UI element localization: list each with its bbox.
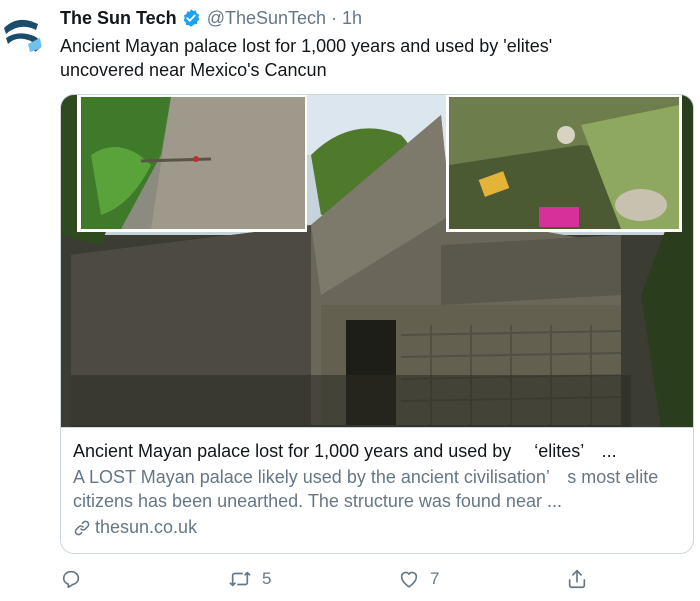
like-count: 7 — [430, 569, 440, 588]
card-description: A LOST Mayan palace likely used by the a… — [73, 467, 659, 511]
card-domain: thesun.co.uk — [73, 517, 681, 538]
tweet-text-line: Ancient Mayan palace lost for 1,000 year… — [60, 36, 553, 56]
card-image[interactable] — [61, 95, 693, 427]
tweet-text: Ancient Mayan palace lost for 1,000 year… — [60, 34, 680, 82]
link-preview-card[interactable]: Ancient Mayan palace lost for 1,000 year… — [60, 94, 694, 554]
retweet-icon — [229, 571, 251, 587]
separator-dot: · — [331, 7, 338, 28]
reply-icon — [62, 570, 80, 589]
reply-button[interactable] — [60, 568, 92, 590]
like-icon — [400, 571, 418, 588]
action-bar: 5 7 — [60, 568, 620, 594]
verified-badge-icon — [181, 8, 201, 28]
ruins-photo — [61, 95, 693, 427]
tweet-header: The Sun Tech @TheSunTech · 1h — [60, 5, 362, 31]
like-button[interactable]: 7 — [398, 568, 439, 590]
retweet-button[interactable]: 5 — [228, 568, 271, 590]
card-domain-text: thesun.co.uk — [95, 517, 198, 537]
handle[interactable]: @TheSunTech — [207, 8, 326, 29]
tweet-text-line: uncovered near Mexico's Cancun — [60, 60, 327, 80]
retweet-count: 5 — [262, 569, 272, 588]
share-icon — [568, 569, 586, 589]
the-sun-logo-icon — [4, 19, 42, 52]
display-name[interactable]: The Sun Tech — [60, 8, 177, 29]
link-icon — [74, 520, 90, 535]
avatar[interactable] — [2, 8, 48, 54]
timestamp[interactable]: 1h — [342, 8, 362, 29]
share-button[interactable] — [566, 568, 588, 590]
card-title: Ancient Mayan palace lost for 1,000 year… — [73, 441, 617, 461]
card-body[interactable]: Ancient Mayan palace lost for 1,000 year… — [61, 427, 693, 553]
